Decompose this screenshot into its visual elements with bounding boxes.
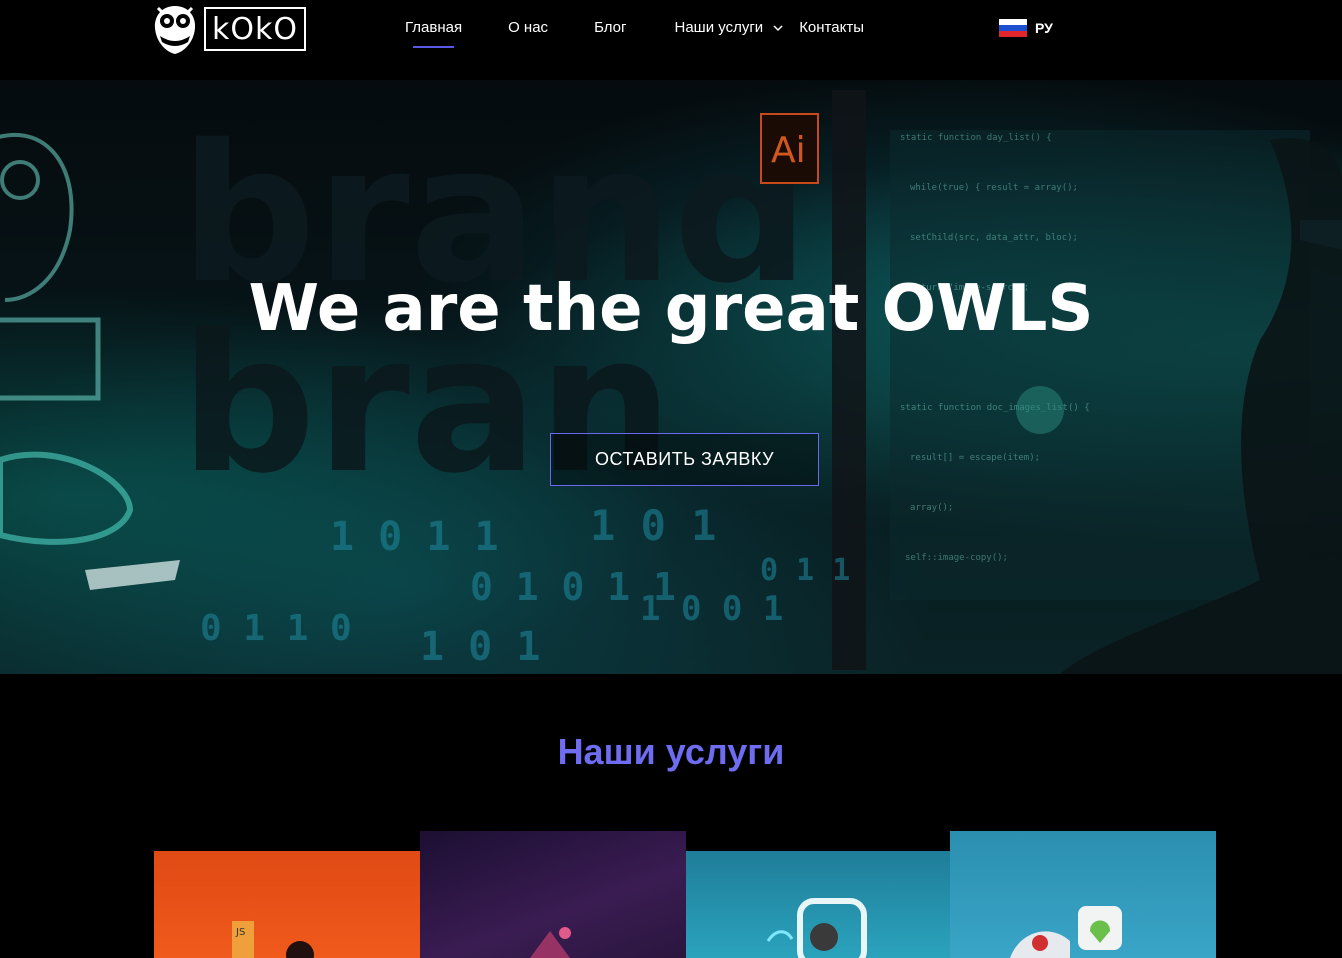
hero-title: We are the great OWLS [248, 272, 1094, 346]
site-logo[interactable]: kOkO [152, 2, 306, 56]
chevron-down-icon [773, 24, 783, 31]
svg-text:self::image-copy();: self::image-copy(); [905, 553, 1008, 563]
service-card-branding[interactable] [950, 831, 1216, 958]
language-label: РУ [1035, 20, 1053, 36]
svg-text:result[] = escape(item);: result[] = escape(item); [910, 453, 1040, 463]
instagram-illustration-icon [766, 898, 867, 958]
main-nav: Главная О нас Блог Наши услуги Контакты [405, 19, 864, 48]
svg-text:1 0 1 1: 1 0 1 1 [330, 514, 499, 560]
hero-background-art: brand bran Ai static function day_list()… [0, 90, 1342, 674]
svg-text:while(true) { result = array(): while(true) { result = array(); [910, 183, 1078, 193]
site-header: kOkO Главная О нас Блог Наши услуги Конт… [0, 0, 1342, 80]
services-section-title: Наши услуги [557, 731, 785, 772]
nav-item-services-label: Наши услуги [674, 19, 764, 36]
logo-text: kOkO [212, 11, 298, 47]
service-card-web-development[interactable]: JS [154, 851, 420, 958]
submit-request-button[interactable]: ОСТАВИТЬ ЗАЯВКУ [550, 433, 819, 486]
russia-flag-icon [999, 19, 1027, 37]
service-card-design[interactable] [420, 831, 686, 958]
robot-illustration-icon [1010, 906, 1122, 958]
nav-item-services[interactable]: Наши услуги [674, 19, 783, 36]
svg-text:array();: array(); [910, 503, 953, 513]
hero-banner: brand bran Ai static function day_list()… [0, 80, 1342, 674]
svg-text:JS: JS [235, 927, 245, 938]
nav-item-blog[interactable]: Блог [594, 19, 626, 36]
svg-text:1 0 1: 1 0 1 [590, 501, 716, 550]
svg-text:0 1 1: 0 1 1 [760, 553, 850, 588]
svg-text:setChild(src, data_attr, bloc): setChild(src, data_attr, bloc); [910, 233, 1078, 243]
service-card-smm[interactable] [686, 851, 952, 958]
nav-item-about[interactable]: О нас [508, 19, 548, 36]
logo-wordmark-box: kOkO [204, 7, 306, 51]
svg-text:Ai: Ai [771, 130, 806, 171]
nav-item-contacts[interactable]: Контакты [799, 19, 864, 36]
language-switcher[interactable]: РУ [999, 19, 1053, 37]
svg-text:static function day_list() {: static function day_list() { [900, 133, 1052, 143]
svg-text:1 0 1: 1 0 1 [420, 624, 540, 670]
svg-text:0 1 1 0: 0 1 1 0 [200, 608, 352, 649]
nav-item-home[interactable]: Главная [405, 19, 462, 48]
services-cards: JS [154, 831, 1216, 958]
html-js-illustration-icon: JS [232, 921, 314, 958]
owl-logo-icon [154, 6, 196, 54]
creative-illustration-icon [530, 927, 571, 958]
svg-text:1 0 0 1: 1 0 0 1 [640, 589, 783, 629]
